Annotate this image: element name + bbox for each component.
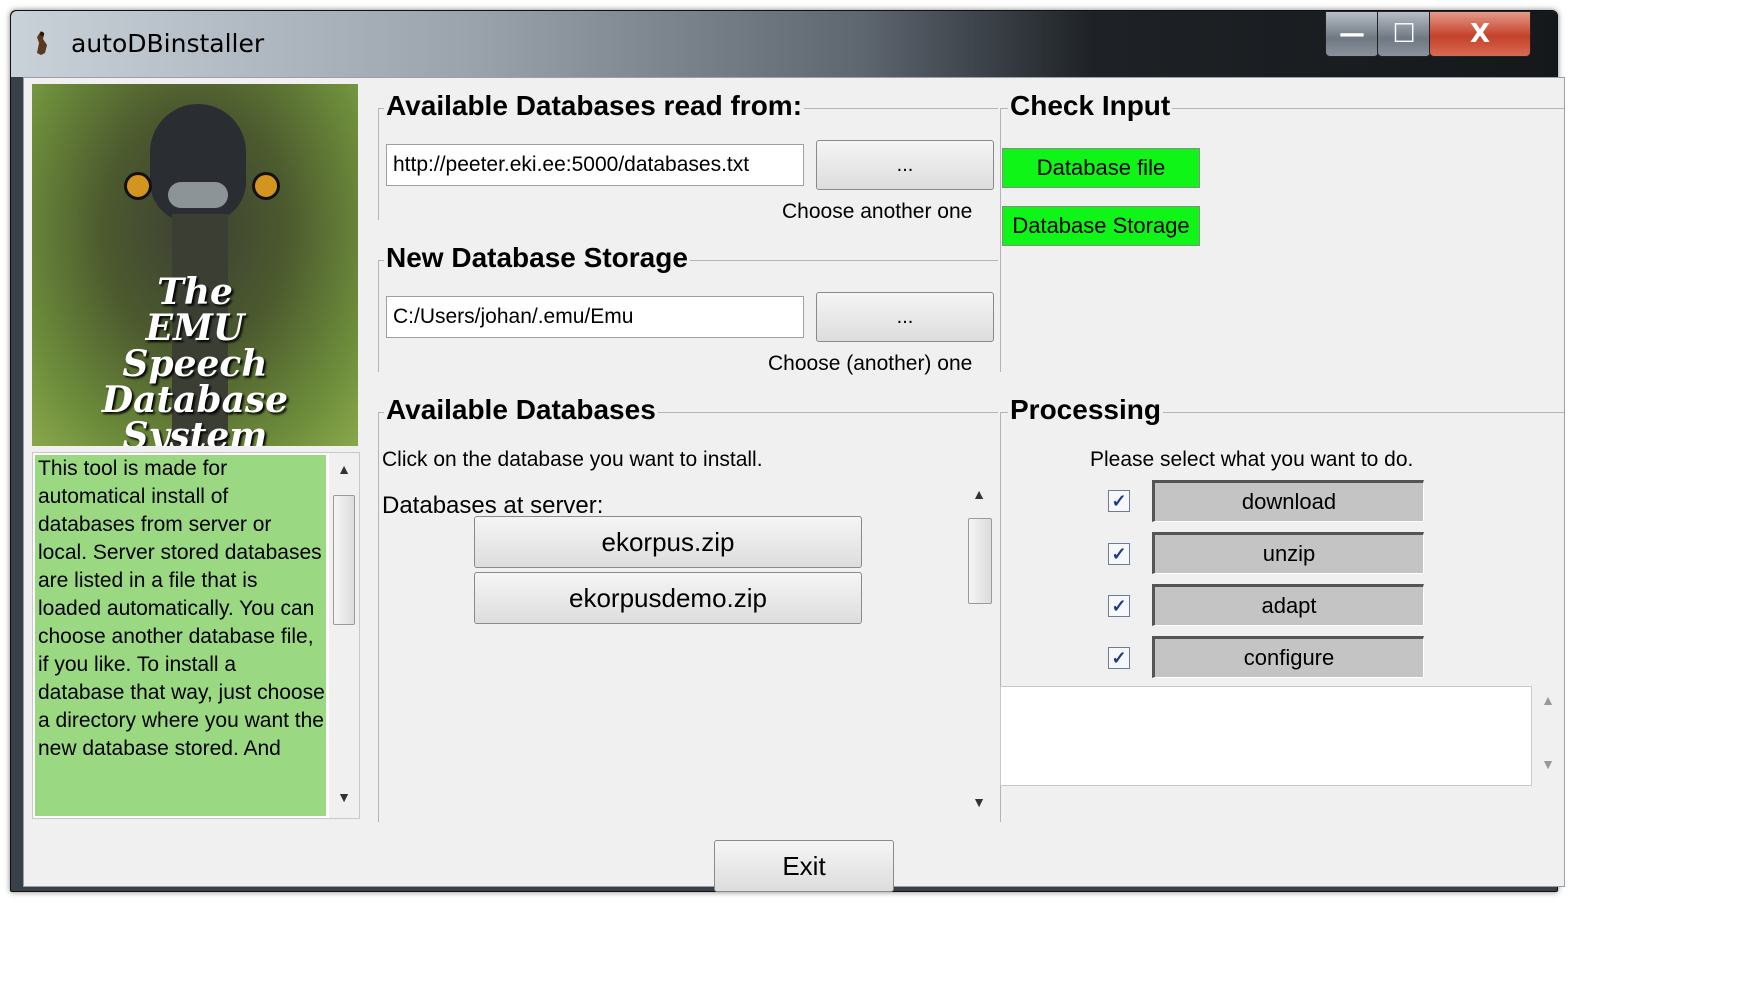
emu-app-icon: [37, 31, 47, 55]
caption-line: The: [157, 271, 233, 313]
emu-beak-shape: [168, 182, 228, 208]
browse-database-list-button[interactable]: ...: [816, 140, 994, 190]
source-group-edge: [378, 108, 379, 220]
available-legend: Available Databases: [384, 394, 658, 426]
close-button[interactable]: X: [1429, 11, 1531, 57]
emu-logo-image: The EMU Speech Database System: [32, 84, 358, 446]
adapt-checkbox[interactable]: ✓: [1108, 595, 1130, 617]
log-scrollbar[interactable]: ▲ ▼: [1534, 686, 1562, 784]
processing-instruction: Please select what you want to do.: [1090, 448, 1414, 471]
storage-legend: New Database Storage: [384, 242, 690, 274]
maximize-button[interactable]: ☐: [1377, 11, 1431, 57]
check-input-group-edge: [1000, 108, 1001, 372]
processing-legend: Processing: [1008, 394, 1163, 426]
download-task-label: download: [1152, 480, 1424, 522]
app-window: autoDBinstaller — ☐ X The EMU Speech Dat…: [10, 10, 1565, 892]
configure-checkbox[interactable]: ✓: [1108, 647, 1130, 669]
database-file-status: Database file: [1002, 148, 1200, 188]
storage-hint: Choose (another) one: [768, 352, 973, 375]
scroll-thumb[interactable]: [968, 518, 992, 604]
scroll-down-icon[interactable]: ▼: [1534, 756, 1562, 772]
database-item-button[interactable]: ekorpus.zip: [474, 516, 862, 568]
storage-path-input[interactable]: C:/Users/johan/.emu/Emu: [386, 296, 804, 338]
maximize-icon: ☐: [1392, 19, 1416, 49]
emu-logo-caption: The EMU Speech Database System: [32, 274, 358, 446]
close-icon: X: [1469, 19, 1491, 49]
source-legend: Available Databases read from:: [384, 90, 805, 122]
help-text: This tool is made for automatical instal…: [35, 455, 326, 816]
database-list-panel: Databases at server: ekorpus.zip ekorpus…: [380, 476, 964, 822]
window-title: autoDBinstaller: [71, 29, 265, 58]
scroll-up-icon[interactable]: ▲: [1534, 692, 1562, 708]
source-hint: Choose another one: [782, 200, 973, 223]
browse-storage-button[interactable]: ...: [816, 292, 994, 342]
scroll-up-icon[interactable]: ▲: [962, 486, 996, 502]
download-checkbox[interactable]: ✓: [1108, 490, 1130, 512]
database-storage-status: Database Storage: [1002, 206, 1200, 246]
available-instruction: Click on the database you want to instal…: [382, 448, 763, 471]
minimize-icon: —: [1339, 19, 1365, 49]
help-textbox[interactable]: This tool is made for automatical instal…: [32, 452, 360, 819]
scroll-down-icon[interactable]: ▼: [962, 794, 996, 810]
emu-left-eye: [124, 172, 152, 200]
unzip-task-label: unzip: [1152, 532, 1424, 574]
scroll-down-icon[interactable]: ▼: [329, 789, 359, 805]
adapt-task-label: adapt: [1152, 584, 1424, 626]
title-bar[interactable]: autoDBinstaller — ☐ X: [11, 11, 1557, 77]
caption-line: EMU: [145, 307, 245, 349]
caption-line: System: [122, 415, 268, 446]
available-group-edge: [378, 412, 379, 822]
configure-task-label: configure: [1152, 636, 1424, 678]
database-item-button[interactable]: ekorpusdemo.zip: [474, 572, 862, 624]
caption-line: Speech Database: [101, 343, 289, 421]
check-input-legend: Check Input: [1008, 90, 1173, 122]
minimize-button[interactable]: —: [1325, 11, 1379, 57]
processing-log-textarea[interactable]: [1000, 686, 1532, 786]
unzip-checkbox[interactable]: ✓: [1108, 543, 1130, 565]
client-area: The EMU Speech Database System This tool…: [23, 77, 1565, 892]
exit-button[interactable]: Exit: [714, 840, 894, 892]
scroll-up-icon[interactable]: ▲: [329, 461, 359, 477]
database-list-url-input[interactable]: http://peeter.eki.ee:5000/databases.txt: [386, 144, 804, 186]
help-scrollbar[interactable]: ▲ ▼: [329, 453, 359, 818]
scroll-thumb[interactable]: [333, 495, 355, 625]
database-list-scrollbar[interactable]: ▲ ▼: [962, 476, 996, 822]
storage-group-edge: [378, 260, 379, 372]
emu-right-eye: [252, 172, 280, 200]
